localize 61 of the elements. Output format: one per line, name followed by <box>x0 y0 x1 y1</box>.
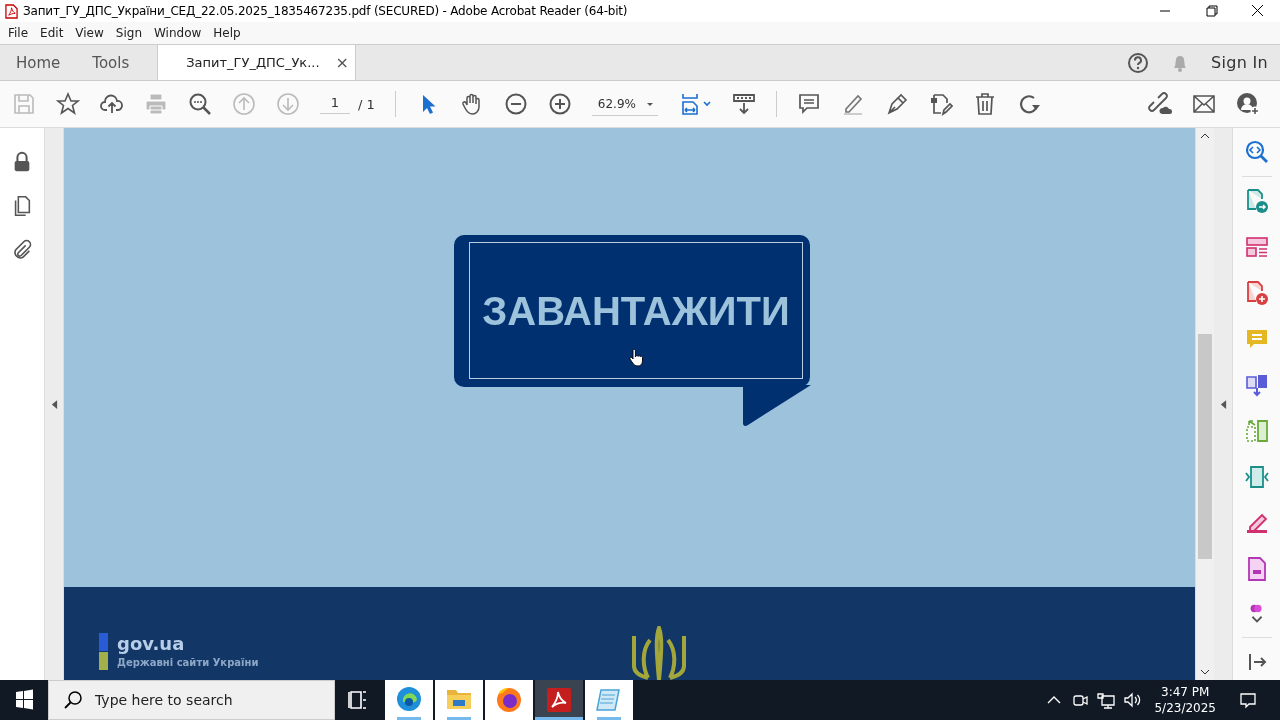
fill-sign-icon[interactable] <box>1244 511 1269 535</box>
mail-icon[interactable] <box>1192 92 1216 116</box>
zoom-dropdown[interactable]: 62.9% <box>591 92 658 116</box>
window-title: Запит_ГУ_ДПС_України_СЕД_22.05.2025_1835467235.pdf (SECURED) - Adobe Acrobat Reader (64-bit) <box>23 4 628 18</box>
gov-logo-text: gov.ua <box>117 635 186 653</box>
pdf-icon <box>5 3 18 19</box>
edit-document-icon[interactable] <box>928 92 953 116</box>
menu-item[interactable]: Sign <box>109 26 148 40</box>
comment-icon[interactable] <box>796 92 821 116</box>
edge-browser-icon[interactable] <box>385 680 433 720</box>
compare-columns-icon[interactable] <box>1244 419 1269 443</box>
enhance-scan-icon[interactable] <box>1244 140 1269 164</box>
compress-pdf-icon[interactable] <box>1244 465 1269 489</box>
paperclip-icon[interactable] <box>11 239 33 261</box>
clock-time[interactable]: 3:47 PM <box>1161 684 1210 700</box>
download-text: ЗАВАНТАЖИТИ <box>482 287 790 335</box>
search-icon <box>63 690 83 710</box>
collapse-right-icon[interactable] <box>1219 398 1227 410</box>
scroll-mode-icon[interactable] <box>731 92 756 116</box>
acrobat-icon[interactable] <box>535 680 583 720</box>
clock-date[interactable]: 5/23/2025 <box>1154 700 1216 716</box>
bubble-tail <box>742 385 812 427</box>
fit-page-icon[interactable] <box>679 92 714 116</box>
sign-in-button[interactable]: Sign In <box>1211 53 1268 72</box>
gov-subtitle: Державні сайти України <box>117 658 259 668</box>
network-icon[interactable] <box>1096 690 1117 710</box>
firefox-icon[interactable] <box>485 680 533 720</box>
zoom-out-icon[interactable] <box>503 92 528 116</box>
menu-item[interactable]: Edit <box>34 26 70 40</box>
scroll-up-icon[interactable] <box>1200 132 1210 140</box>
combine-files-icon[interactable] <box>1244 373 1269 397</box>
menu-item[interactable]: Window <box>148 26 208 40</box>
page-number-field[interactable]: 1 <box>320 94 350 114</box>
menu-item[interactable]: View <box>69 26 110 40</box>
page-total: / 1 <box>358 96 375 112</box>
folder-icon[interactable] <box>435 680 483 720</box>
mouse-cursor-icon <box>628 349 644 367</box>
volume-icon[interactable] <box>1122 690 1143 710</box>
scrollbar-thumb[interactable] <box>1198 334 1212 559</box>
zoom-in-icon[interactable] <box>547 92 572 116</box>
expand-left-icon[interactable] <box>50 398 58 410</box>
create-pdf-icon[interactable] <box>1244 281 1269 305</box>
add-user-icon[interactable] <box>1236 92 1260 116</box>
taskbar-search-field[interactable]: Type here to search <box>48 680 335 720</box>
help-icon[interactable] <box>1127 51 1150 74</box>
close-tab-button[interactable]: × <box>335 53 349 72</box>
trident-icon <box>630 626 689 680</box>
tab[interactable]: Запит_ГУ_ДПС_Ук... × <box>157 45 356 80</box>
menu-item[interactable]: File <box>2 26 35 40</box>
notification-icon[interactable] <box>1238 690 1258 710</box>
cloud-upload-icon[interactable] <box>100 92 124 116</box>
flag-bar-icon <box>99 633 108 670</box>
menu-item[interactable]: Help <box>207 26 247 40</box>
scroll-down-icon[interactable] <box>1200 668 1210 676</box>
tab[interactable]: Home <box>0 45 77 80</box>
link-cloud-icon[interactable] <box>1148 92 1172 116</box>
organize-layout-icon[interactable] <box>1244 235 1269 259</box>
export-pdf-icon[interactable] <box>1244 189 1269 213</box>
zoom-search-icon[interactable] <box>188 92 212 116</box>
star-icon[interactable] <box>56 92 80 116</box>
tab[interactable]: Tools <box>76 45 146 80</box>
